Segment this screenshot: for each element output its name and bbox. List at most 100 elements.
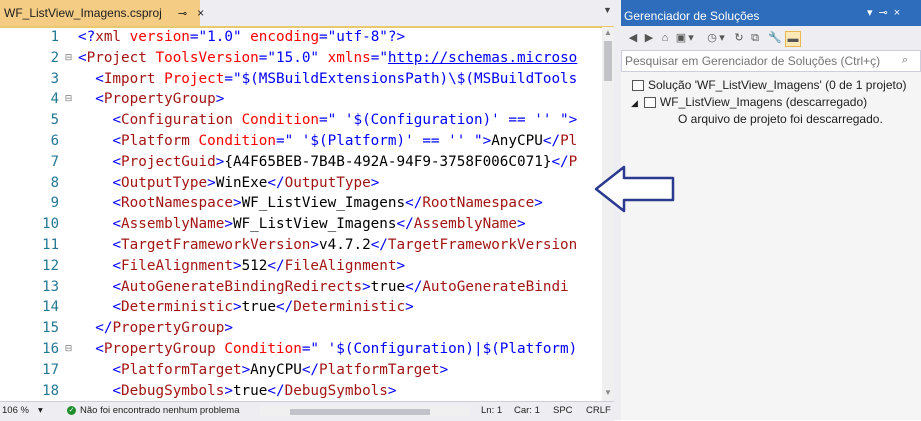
switch-view-icon[interactable]: ▣ bbox=[674, 31, 688, 45]
code-line[interactable]: 1 <?xml version="1.0" encoding="utf-8"?> bbox=[0, 27, 602, 48]
code-token: AnyCPU bbox=[250, 361, 302, 378]
search-icon[interactable]: ⌕ bbox=[902, 54, 908, 67]
expand-arrow-icon[interactable]: ◢ bbox=[631, 98, 638, 108]
code-line[interactable]: 2 ⊟ <Project ToolsVersion="15.0" xmlns="ht… bbox=[0, 48, 602, 69]
code-line[interactable]: 7 <ProjectGuid>{A4F65BEB-7B4B-492A-94F9-… bbox=[0, 152, 602, 173]
code-area[interactable]: 1 <?xml version="1.0" encoding="utf-8"?> 2… bbox=[0, 27, 602, 401]
code-token: FileAlignment bbox=[284, 257, 397, 274]
code-token: < bbox=[112, 257, 122, 274]
code-token: < bbox=[112, 299, 122, 316]
code-text: <PropertyGroup> bbox=[78, 89, 224, 110]
code-token: = bbox=[275, 133, 285, 149]
code-line[interactable]: 10 <AssemblyName>WF_ListView_Imagens</As… bbox=[0, 214, 602, 235]
code-token: DebugSymbols bbox=[121, 382, 225, 399]
line-number: 5 bbox=[50, 112, 59, 129]
pin-icon[interactable]: ⊸ bbox=[178, 7, 187, 20]
horizontal-scrollbar[interactable] bbox=[260, 406, 470, 416]
scroll-down-icon[interactable]: ▼ bbox=[602, 387, 614, 399]
tree-item-project[interactable]: ◢ WF_ListView_Imagens (descarregado) bbox=[631, 95, 867, 109]
code-token: "utf-8" bbox=[327, 29, 388, 45]
dropdown-icon[interactable]: ▾ bbox=[867, 7, 879, 19]
line-indicator: Ln: 1 bbox=[481, 405, 503, 416]
fold-toggle-icon[interactable]: ⊟ bbox=[64, 95, 73, 104]
code-token: "1.0" bbox=[198, 29, 242, 45]
document-tab-strip: WF_ListView_Imagens.csproj ⊸ × ▼ bbox=[0, 0, 614, 28]
scroll-up-icon[interactable]: ▲ bbox=[602, 27, 614, 39]
zoom-dropdown-icon[interactable]: ▾ bbox=[38, 405, 43, 416]
preview-icon[interactable]: ▬ bbox=[785, 31, 801, 47]
code-token: > bbox=[362, 278, 371, 295]
editor-status-bar: 106 % ▾ ✓ Não foi encontrado nenhum prob… bbox=[0, 401, 614, 421]
scrollbar-thumb[interactable] bbox=[604, 41, 612, 81]
code-token: > bbox=[241, 361, 251, 378]
refresh-icon[interactable]: ↻ bbox=[732, 31, 746, 45]
home-icon[interactable]: ⌂ bbox=[658, 31, 672, 45]
line-ending: CRLF bbox=[586, 405, 611, 416]
code-token: < bbox=[112, 195, 122, 212]
back-icon[interactable]: ◀ bbox=[626, 31, 640, 45]
code-line[interactable]: 8 <OutputType>WinExe</OutputType> bbox=[0, 173, 602, 194]
wrench-icon[interactable]: 🔧 bbox=[768, 31, 782, 45]
close-icon[interactable]: × bbox=[197, 6, 204, 20]
code-line[interactable]: 11 <TargetFrameworkVersion>v4.7.2</Targe… bbox=[0, 235, 602, 256]
code-token: " bbox=[379, 49, 388, 66]
solution-search-box[interactable]: ⌕ bbox=[621, 50, 921, 72]
code-token: true bbox=[370, 278, 406, 295]
code-line[interactable]: 3 <Import Project="$(MSBuildExtensionsPa… bbox=[0, 69, 602, 90]
pending-changes-icon[interactable]: ◷ bbox=[705, 31, 719, 45]
chevron-down-icon[interactable]: ▾ bbox=[718, 31, 726, 45]
close-icon[interactable]: × bbox=[894, 7, 906, 19]
code-text: <?xml version="1.0" encoding="utf-8"?> bbox=[78, 27, 405, 48]
collapse-all-icon[interactable]: ⧉ bbox=[748, 31, 762, 45]
chevron-down-icon[interactable]: ▾ bbox=[687, 31, 695, 45]
code-line[interactable]: 16 ⊟ <PropertyGroup Condition=" '$(Config… bbox=[0, 339, 602, 360]
code-token[interactable]: http://schemas.microso bbox=[388, 50, 577, 66]
line-number: 12 bbox=[42, 257, 59, 274]
code-token: = bbox=[189, 29, 199, 45]
code-line[interactable]: 14 <Deterministic>true</Deterministic> bbox=[0, 297, 602, 318]
pin-icon[interactable]: ⊸ bbox=[879, 7, 894, 19]
vertical-scrollbar[interactable]: ▲ ▼ bbox=[602, 27, 614, 401]
solution-search-input[interactable] bbox=[625, 53, 895, 69]
line-number: 13 bbox=[42, 278, 59, 295]
zoom-level[interactable]: 106 % bbox=[2, 405, 29, 416]
code-token: PropertyGroup bbox=[112, 320, 225, 337]
code-token: Deterministic bbox=[121, 299, 233, 316]
code-line[interactable]: 15 </PropertyGroup> bbox=[0, 318, 602, 339]
code-line[interactable]: 17 <PlatformTarget>AnyCPU</PlatformTarge… bbox=[0, 360, 602, 381]
code-line[interactable]: 12 <FileAlignment>512</FileAlignment> bbox=[0, 256, 602, 277]
code-line[interactable]: 13 <AutoGenerateBindingRedirects>true</A… bbox=[0, 277, 602, 298]
line-number: 17 bbox=[42, 361, 59, 378]
forward-icon[interactable]: ▶ bbox=[642, 31, 656, 45]
code-text: <PlatformTarget>AnyCPU</PlatformTarget> bbox=[78, 360, 448, 381]
code-token: TargetFrameworkVersion bbox=[387, 237, 578, 253]
fold-toggle-icon[interactable]: ⊟ bbox=[64, 345, 73, 354]
project-unloaded-message: O arquivo de projeto foi descarregado. bbox=[678, 112, 883, 126]
code-text: <Deterministic>true</Deterministic> bbox=[78, 297, 413, 318]
code-token: < bbox=[95, 91, 104, 108]
code-token: AssemblyName bbox=[413, 216, 518, 233]
tab-list-dropdown-icon[interactable]: ▼ bbox=[603, 5, 612, 15]
fold-toggle-icon[interactable]: ⊟ bbox=[64, 53, 73, 63]
issues-status[interactable]: Não foi encontrado nenhum problema bbox=[80, 405, 240, 416]
code-token: " '$(Configuration)|$(Platform) bbox=[310, 341, 578, 357]
tree-item-solution[interactable]: Solução 'WF_ListView_Imagens' (0 de 1 pr… bbox=[632, 78, 907, 92]
code-token: Project bbox=[164, 70, 225, 87]
code-token: version bbox=[129, 29, 190, 45]
code-token: Platform bbox=[121, 133, 199, 149]
code-line[interactable]: 9 <RootNamespace>WF_ListView_Imagens</Ro… bbox=[0, 193, 602, 214]
code-line[interactable]: 5 <Configuration Condition=" '$(Configur… bbox=[0, 110, 602, 131]
tab-csproj[interactable]: WF_ListView_Imagens.csproj ⊸ × bbox=[0, 0, 204, 26]
code-token: < bbox=[112, 216, 122, 233]
code-line[interactable]: 18 <DebugSymbols>true</DebugSymbols> bbox=[0, 381, 602, 401]
solution-label: Solução 'WF_ListView_Imagens' (0 de 1 pr… bbox=[648, 78, 907, 92]
line-number: 7 bbox=[50, 153, 59, 170]
scrollbar-thumb[interactable] bbox=[290, 409, 430, 415]
code-token: </ bbox=[267, 257, 285, 274]
code-token: > bbox=[568, 112, 578, 129]
code-line[interactable]: 4 ⊟ <PropertyGroup> bbox=[0, 89, 602, 110]
code-line[interactable]: 6 <Platform Condition=" '$(Platform)' ==… bbox=[0, 131, 602, 152]
